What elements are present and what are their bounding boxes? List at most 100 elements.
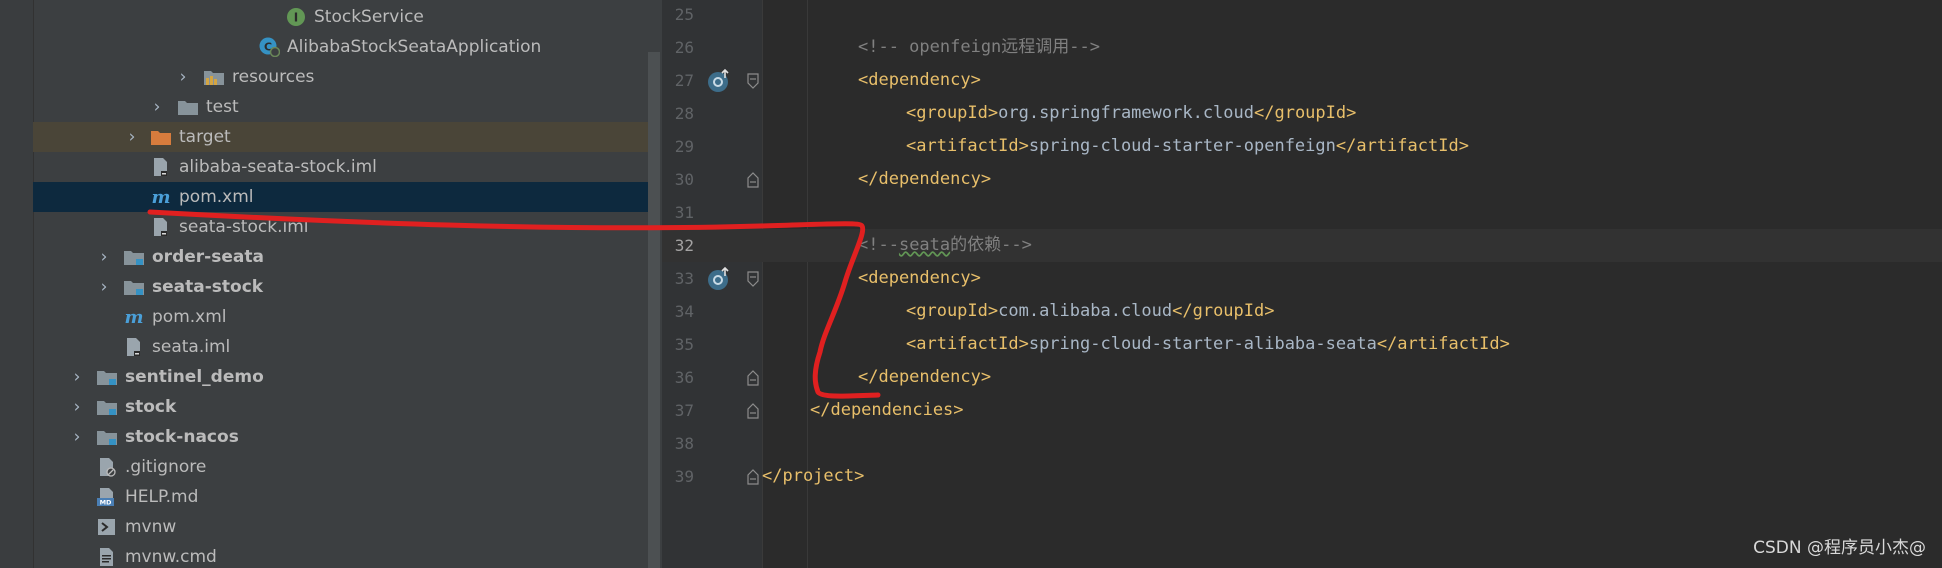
chevron-right-icon[interactable]: › <box>149 92 165 122</box>
tree-item-label: mvnw <box>125 517 177 537</box>
code-line[interactable]: 30 </dependency> <box>662 163 1942 196</box>
fold-marker-icon[interactable] <box>746 403 760 419</box>
module-folder-icon <box>97 371 117 385</box>
tree-item-order-seata[interactable]: › order-seata <box>33 242 648 272</box>
code-line[interactable]: 28 <groupId>org.springframework.cloud</g… <box>662 97 1942 130</box>
tree-item-resources[interactable]: › resources <box>33 62 648 92</box>
svg-text:I: I <box>294 11 298 25</box>
code-line[interactable]: 38 <box>662 427 1942 460</box>
tree-item-pom-xml[interactable]: m pom.xml <box>33 182 648 212</box>
tree-item-application-class[interactable]: C AlibabaStockSeataApplication <box>33 32 648 62</box>
svg-text:m: m <box>151 187 170 207</box>
tree-item-mvnw[interactable]: mvnw <box>33 512 648 542</box>
xml-tag: </groupId> <box>1172 301 1275 321</box>
code-line[interactable]: 25 <box>662 0 1942 31</box>
tree-item-label: stock <box>125 397 177 417</box>
xml-text: spring-cloud-starter-openfeign <box>1028 136 1336 156</box>
svg-text:m: m <box>124 307 143 327</box>
xml-tag: </dependency> <box>858 367 992 387</box>
tree-item-label: StockService <box>314 7 424 27</box>
tree-item-label: seata-stock.iml <box>179 217 309 237</box>
spring-boot-class-icon: C <box>259 37 280 57</box>
code-line[interactable]: 35 <artifactId>spring-cloud-starter-alib… <box>662 328 1942 361</box>
tree-item-target[interactable]: › target <box>33 122 648 152</box>
tree-scrollbar[interactable] <box>648 52 660 568</box>
tree-item-label: target <box>179 127 231 147</box>
tree-item-help-md[interactable]: MD HELP.md <box>33 482 648 512</box>
tree-left-strip <box>0 0 34 568</box>
chevron-right-icon[interactable]: › <box>69 362 85 392</box>
code-content: <groupId>com.alibaba.cloud</groupId> <box>906 295 1274 328</box>
xml-tag: <dependency> <box>858 268 981 288</box>
xml-tag: <groupId> <box>906 103 999 123</box>
chevron-right-icon[interactable]: › <box>96 242 112 272</box>
tree-item-label: order-seata <box>152 247 264 267</box>
code-editor[interactable]: 25 26 <!-- openfeign远程调用--> 27 <dependen… <box>662 0 1942 568</box>
chevron-right-icon[interactable]: › <box>69 392 85 422</box>
line-number: 31 <box>674 203 694 222</box>
line-number: 29 <box>674 137 694 156</box>
tree-item-stock[interactable]: › stock <box>33 392 648 422</box>
tree-item-mvnw-cmd[interactable]: mvnw.cmd <box>33 542 648 568</box>
code-line[interactable]: 26 <!-- openfeign远程调用--> <box>662 31 1942 64</box>
tree-item-label: seata-stock <box>152 277 264 297</box>
dependency-navigate-icon[interactable] <box>706 68 732 94</box>
fold-marker-icon[interactable] <box>746 172 760 188</box>
line-number: 38 <box>674 434 694 453</box>
tree-item-iml-file[interactable]: alibaba-seata-stock.iml <box>33 152 648 182</box>
tree-item-pom-xml[interactable]: m pom.xml <box>33 302 648 332</box>
code-line[interactable]: 37 </dependencies> <box>662 394 1942 427</box>
code-line-current[interactable]: 32 <!--seata的依赖--> <box>662 229 1942 262</box>
fold-marker-icon[interactable] <box>746 469 760 485</box>
tree-item-sentinel-demo[interactable]: › sentinel_demo <box>33 362 648 392</box>
fold-marker-icon[interactable] <box>746 271 760 287</box>
code-line[interactable]: 33 <dependency> <box>662 262 1942 295</box>
fold-marker-icon[interactable] <box>746 370 760 386</box>
svg-text:MD: MD <box>100 499 112 507</box>
iml-file-icon <box>154 218 167 236</box>
xml-tag: </groupId> <box>1254 103 1357 123</box>
line-number: 27 <box>674 71 694 90</box>
tree-item-label: seata.iml <box>152 337 231 357</box>
xml-text: spring-cloud-starter-alibaba-seata <box>1028 334 1377 354</box>
line-number: 37 <box>674 401 694 420</box>
comment-part: <!-- <box>858 235 899 255</box>
fold-marker-icon[interactable] <box>746 73 760 89</box>
tree-item-label: mvnw.cmd <box>125 547 217 567</box>
resources-folder-icon <box>204 71 224 85</box>
code-line[interactable]: 39 </project> <box>662 460 1942 493</box>
tree-item-label: alibaba-seata-stock.iml <box>179 157 377 177</box>
project-tree-panel: I StockService C AlibabaStockSeataApplic… <box>0 0 662 568</box>
code-line[interactable]: 34 <groupId>com.alibaba.cloud</groupId> <box>662 295 1942 328</box>
module-folder-icon <box>97 401 117 415</box>
folder-icon <box>178 101 198 115</box>
iml-file-icon <box>154 158 167 176</box>
tree-item-stockservice[interactable]: I StockService <box>33 2 648 32</box>
line-number: 34 <box>674 302 694 321</box>
tree-item-test[interactable]: › test <box>33 92 648 122</box>
code-line[interactable]: 29 <artifactId>spring-cloud-starter-open… <box>662 130 1942 163</box>
tree-item-stock-nacos[interactable]: › stock-nacos <box>33 422 648 452</box>
xml-tag: <artifactId> <box>906 334 1029 354</box>
code-line[interactable]: 27 <dependency> <box>662 64 1942 97</box>
chevron-right-icon[interactable]: › <box>124 122 140 152</box>
iml-file-icon <box>127 338 140 356</box>
tree-item-seata-stock[interactable]: › seata-stock <box>33 272 648 302</box>
shell-script-icon <box>98 519 115 535</box>
chevron-right-icon[interactable]: › <box>96 272 112 302</box>
code-comment: <!-- openfeign远程调用--> <box>858 37 1100 57</box>
tree-item-iml-file[interactable]: seata.iml <box>33 332 648 362</box>
xml-tag: <groupId> <box>906 301 999 321</box>
tree-item-label: AlibabaStockSeataApplication <box>287 37 542 57</box>
tree-item-label: pom.xml <box>152 307 227 327</box>
code-line[interactable]: 36 </dependency> <box>662 361 1942 394</box>
tree-item-gitignore[interactable]: .gitignore <box>33 452 648 482</box>
chevron-right-icon[interactable]: › <box>175 62 191 92</box>
dependency-navigate-icon[interactable] <box>706 266 732 292</box>
chevron-right-icon[interactable]: › <box>69 422 85 452</box>
code-line[interactable]: 31 <box>662 196 1942 229</box>
line-number: 32 <box>674 236 694 255</box>
xml-tag: <dependency> <box>858 70 981 90</box>
tree-item-iml-file[interactable]: seata-stock.iml <box>33 212 648 242</box>
xml-tag: </artifactId> <box>1376 334 1510 354</box>
